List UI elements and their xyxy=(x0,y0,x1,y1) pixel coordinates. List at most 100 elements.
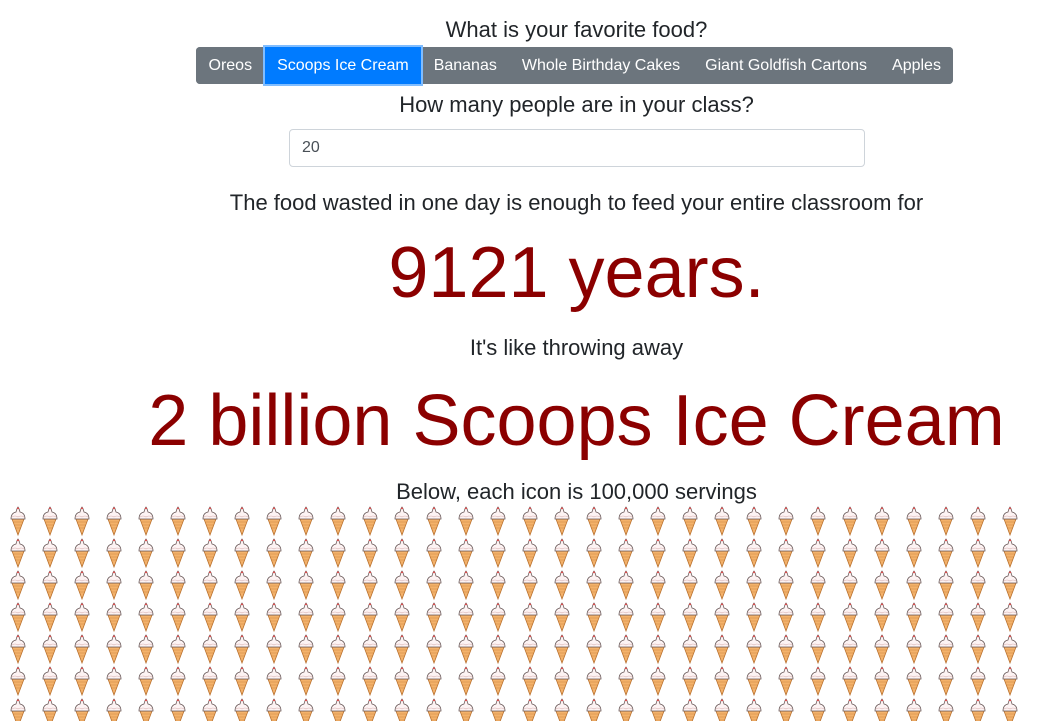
ice-cream-cone-icon xyxy=(842,602,858,632)
ice-cream-cone-icon xyxy=(1002,666,1018,696)
ice-cream-cone-icon xyxy=(138,506,154,536)
ice-cream-cone-icon xyxy=(458,506,474,536)
ice-cream-cone-icon xyxy=(362,570,378,600)
ice-cream-cone-icon xyxy=(810,506,826,536)
ice-cream-cone-icon xyxy=(394,666,410,696)
food-option-apples[interactable]: Apples xyxy=(879,47,954,84)
ice-cream-cone-icon xyxy=(490,602,506,632)
ice-cream-cone-icon xyxy=(618,570,634,600)
ice-cream-cone-icon xyxy=(10,666,26,696)
ice-cream-cone-icon xyxy=(522,634,538,664)
ice-cream-cone-icon xyxy=(10,698,26,721)
ice-cream-cone-icon xyxy=(874,634,890,664)
ice-cream-cone-icon xyxy=(682,634,698,664)
ice-cream-cone-icon xyxy=(970,698,986,721)
ice-cream-cone-icon xyxy=(426,602,442,632)
ice-cream-cone-icon xyxy=(554,634,570,664)
ice-cream-cone-icon xyxy=(938,698,954,721)
ice-cream-cone-icon xyxy=(746,602,762,632)
ice-cream-cone-icon xyxy=(554,538,570,568)
ice-cream-cone-icon xyxy=(138,570,154,600)
ice-cream-cone-icon xyxy=(330,506,346,536)
ice-cream-cone-icon xyxy=(938,506,954,536)
ice-cream-cone-icon xyxy=(842,698,858,721)
ice-cream-cone-icon xyxy=(170,634,186,664)
ice-cream-cone-icon xyxy=(202,570,218,600)
class-size-input[interactable] xyxy=(289,129,865,167)
ice-cream-cone-icon xyxy=(394,570,410,600)
food-option-oreos[interactable]: Oreos xyxy=(196,47,265,84)
ice-cream-cone-icon xyxy=(618,698,634,721)
ice-cream-cone-icon xyxy=(138,666,154,696)
ice-cream-cone-icon xyxy=(426,506,442,536)
ice-cream-cone-icon xyxy=(42,602,58,632)
ice-cream-cone-icon xyxy=(810,538,826,568)
ice-cream-cone-icon xyxy=(458,570,474,600)
ice-cream-cone-icon xyxy=(586,570,602,600)
ice-cream-cone-icon xyxy=(906,602,922,632)
ice-cream-cone-icon xyxy=(1002,570,1018,600)
waste-statement: The food wasted in one day is enough to … xyxy=(229,190,924,215)
ice-cream-cone-icon xyxy=(778,698,794,721)
ice-cream-cone-icon xyxy=(778,666,794,696)
food-option-giant-goldfish-cartons[interactable]: Giant Goldfish Cartons xyxy=(692,47,880,84)
food-option-scoops-ice-cream[interactable]: Scoops Ice Cream xyxy=(264,47,422,84)
ice-cream-cone-icon xyxy=(682,602,698,632)
ice-cream-cone-icon xyxy=(10,634,26,664)
ice-cream-cone-icon xyxy=(1002,538,1018,568)
ice-cream-cone-icon xyxy=(202,666,218,696)
ice-cream-cone-icon xyxy=(1002,506,1018,536)
ice-cream-cone-icon xyxy=(874,506,890,536)
ice-cream-cone-icon xyxy=(874,602,890,632)
ice-cream-cone-icon xyxy=(714,506,730,536)
ice-cream-cone-icon xyxy=(170,666,186,696)
ice-cream-cone-icon xyxy=(234,698,250,721)
ice-cream-cone-icon xyxy=(810,698,826,721)
ice-cream-cone-icon xyxy=(106,506,122,536)
ice-cream-cone-icon xyxy=(394,506,410,536)
ice-cream-cone-icon xyxy=(714,698,730,721)
ice-cream-cone-icon xyxy=(490,538,506,568)
ice-cream-cone-icon xyxy=(330,666,346,696)
ice-cream-cone-icon xyxy=(362,538,378,568)
ice-cream-cone-icon xyxy=(522,602,538,632)
ice-cream-cone-icon xyxy=(266,506,282,536)
ice-cream-cone-icon xyxy=(266,538,282,568)
ice-cream-cone-icon xyxy=(298,506,314,536)
ice-cream-cone-icon xyxy=(458,538,474,568)
ice-cream-cone-icon xyxy=(394,698,410,721)
ice-cream-cone-icon xyxy=(74,666,90,696)
ice-cream-cone-icon xyxy=(874,538,890,568)
ice-cream-cone-icon xyxy=(906,698,922,721)
food-option-whole-birthday-cakes[interactable]: Whole Birthday Cakes xyxy=(509,47,693,84)
ice-cream-cone-icon xyxy=(650,634,666,664)
ice-cream-cone-icon xyxy=(938,634,954,664)
ice-cream-cone-icon xyxy=(842,570,858,600)
food-count-result: 2 billion Scoops Ice Cream xyxy=(148,381,1005,461)
ice-cream-cone-icon xyxy=(842,634,858,664)
ice-cream-cone-icon xyxy=(618,602,634,632)
ice-cream-cone-icon xyxy=(586,538,602,568)
ice-cream-cone-icon xyxy=(42,506,58,536)
food-option-bananas[interactable]: Bananas xyxy=(421,47,510,84)
ice-cream-cone-icon xyxy=(106,634,122,664)
ice-cream-cone-icon xyxy=(746,506,762,536)
ice-cream-cone-icon xyxy=(522,570,538,600)
ice-cream-cone-icon xyxy=(1002,634,1018,664)
ice-cream-cone-icon xyxy=(42,666,58,696)
ice-cream-cone-icon xyxy=(458,634,474,664)
ice-cream-cone-icon xyxy=(426,666,442,696)
ice-cream-cone-icon xyxy=(490,666,506,696)
ice-cream-cone-icon xyxy=(490,634,506,664)
ice-cream-cone-icon xyxy=(74,506,90,536)
ice-cream-cone-icon xyxy=(458,602,474,632)
ice-cream-cone-icon xyxy=(298,634,314,664)
ice-cream-cone-icon xyxy=(906,538,922,568)
ice-cream-cone-icon xyxy=(298,666,314,696)
ice-cream-cone-icon xyxy=(426,570,442,600)
ice-cream-cone-icon xyxy=(362,602,378,632)
ice-cream-cone-icon xyxy=(874,666,890,696)
ice-cream-cone-icon xyxy=(234,570,250,600)
ice-cream-cone-icon xyxy=(522,538,538,568)
ice-cream-cone-icon xyxy=(330,570,346,600)
